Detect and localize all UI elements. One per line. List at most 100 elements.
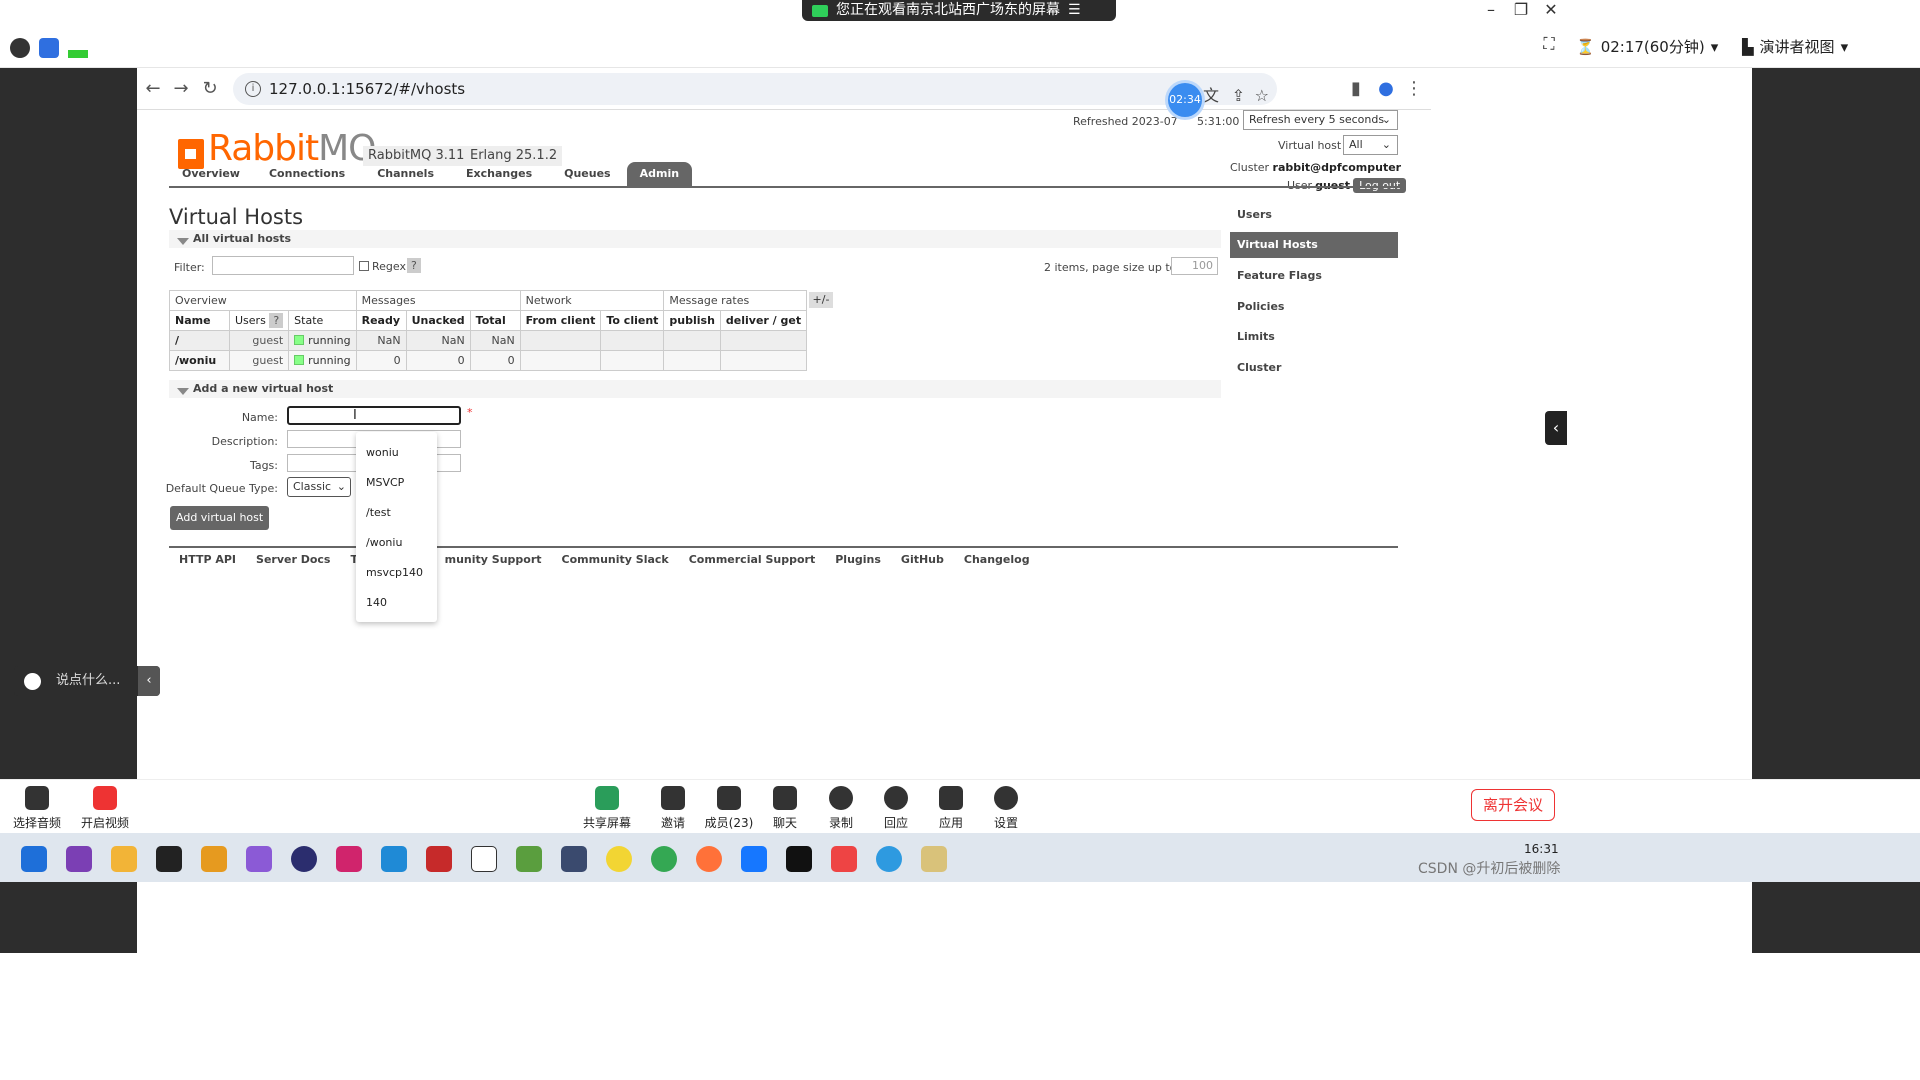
intellij-icon[interactable]	[336, 846, 362, 872]
presenter-view-button[interactable]: ▙ 演讲者视图 ▾	[1742, 36, 1848, 57]
record-button[interactable]: 录制	[811, 786, 871, 831]
chart-app-icon[interactable]	[516, 846, 542, 872]
regex-help-badge[interactable]: ?	[407, 258, 421, 273]
col-users[interactable]: Users ?	[228, 310, 290, 331]
restore-icon[interactable]: ❐	[1506, 0, 1536, 20]
back-icon[interactable]: ←	[140, 76, 166, 102]
search-tool-icon[interactable]	[201, 846, 227, 872]
side-menu-feature-flags[interactable]: Feature Flags	[1230, 263, 1398, 289]
meeting-timer[interactable]: ⏳ 02:17(60分钟) ▾	[1576, 36, 1718, 57]
meeting-app-icon[interactable]	[741, 846, 767, 872]
pen-icon[interactable]	[831, 846, 857, 872]
close-icon[interactable]: ✕	[1536, 0, 1566, 20]
footer-link-plugins[interactable]: Plugins	[835, 553, 881, 566]
info-icon[interactable]	[10, 38, 30, 58]
apps-button[interactable]: 应用	[921, 786, 981, 831]
start-icon[interactable]	[21, 846, 47, 872]
autocomplete-item[interactable]: /woniu	[366, 536, 402, 549]
cat-app-icon[interactable]	[561, 846, 587, 872]
page-size-input[interactable]: 100	[1171, 257, 1218, 275]
site-info-icon[interactable]: i	[245, 81, 261, 97]
fullscreen-icon[interactable]: ⛶	[1534, 34, 1564, 54]
col-unacked[interactable]: Unacked	[405, 310, 471, 331]
side-menu-limits[interactable]: Limits	[1230, 324, 1398, 350]
settings-button[interactable]: 设置	[976, 786, 1036, 831]
tab-exchanges[interactable]: Exchanges	[450, 162, 548, 186]
footer-link-server-docs[interactable]: Server Docs	[256, 553, 330, 566]
video-button[interactable]: 开启视频	[75, 786, 135, 831]
refresh-interval-select[interactable]: Refresh every 5 seconds ⌄	[1243, 110, 1398, 130]
col-from-client[interactable]: From client	[519, 310, 602, 331]
firefox-icon[interactable]	[696, 846, 722, 872]
footer-link-commercial-support[interactable]: Commercial Support	[689, 553, 816, 566]
footer-link-changelog[interactable]: Changelog	[964, 553, 1030, 566]
col-to-client[interactable]: To client	[600, 310, 665, 331]
filter-input[interactable]	[212, 256, 354, 275]
col-state[interactable]: State	[288, 310, 357, 331]
side-menu-policies[interactable]: Policies	[1230, 294, 1398, 320]
taskbar-clock[interactable]: 16:31	[1524, 842, 1559, 856]
side-menu-users[interactable]: Users	[1230, 202, 1398, 228]
notes-icon[interactable]	[156, 846, 182, 872]
col-deliver-get[interactable]: deliver / get	[719, 310, 808, 331]
autocomplete-item[interactable]: 140	[366, 596, 387, 609]
col-name[interactable]: Name	[169, 310, 230, 331]
autocomplete-item[interactable]: woniu	[366, 446, 399, 459]
forward-icon[interactable]: →	[168, 76, 194, 102]
regex-checkbox[interactable]	[359, 261, 369, 271]
minimize-icon[interactable]: –	[1476, 0, 1506, 20]
profile-icon[interactable]: ●	[1373, 76, 1399, 102]
col-publish[interactable]: publish	[663, 310, 721, 331]
music-icon[interactable]	[606, 846, 632, 872]
timer-bubble[interactable]: 02:34	[1168, 83, 1202, 117]
chat-input[interactable]: 说点什么... ‹	[14, 666, 160, 696]
tab-connections[interactable]: Connections	[253, 162, 361, 186]
tab-channels[interactable]: Channels	[361, 162, 450, 186]
column-toggle-button[interactable]: +/-	[809, 292, 833, 308]
all-vhosts-section-header[interactable]: All virtual hosts	[169, 230, 1221, 248]
row-name[interactable]: /	[169, 330, 230, 351]
share-screen-button[interactable]: 共享屏幕	[577, 786, 637, 831]
members-button[interactable]: 成员(23)	[699, 786, 759, 831]
terminal-icon[interactable]	[786, 846, 812, 872]
app-icon[interactable]	[921, 846, 947, 872]
visual-studio-icon[interactable]	[246, 846, 272, 872]
vscode-icon[interactable]	[381, 846, 407, 872]
emoji-icon[interactable]	[24, 673, 41, 690]
bookmark-star-icon[interactable]: ☆	[1255, 80, 1269, 112]
reaction-button[interactable]: 回应	[866, 786, 926, 831]
collapse-chevron-icon[interactable]: ‹	[138, 666, 160, 696]
footer-link-community-slack[interactable]: Community Slack	[562, 553, 669, 566]
tab-overview[interactable]: Overview	[169, 162, 253, 186]
expand-panel-icon[interactable]: ‹	[1545, 411, 1567, 445]
edge-icon[interactable]	[876, 846, 902, 872]
col-ready[interactable]: Ready	[355, 310, 407, 331]
side-menu-cluster[interactable]: Cluster	[1230, 355, 1398, 381]
sidepanel-icon[interactable]: ▮	[1343, 76, 1369, 102]
col-total[interactable]: Total	[469, 310, 521, 331]
menu-icon[interactable]: ☰	[1068, 0, 1081, 21]
more-icon[interactable]: ⋮	[1401, 76, 1427, 102]
name-input[interactable]: I	[287, 406, 461, 425]
typora-icon[interactable]	[471, 846, 497, 872]
leave-meeting-button[interactable]: 离开会议	[1471, 789, 1555, 821]
redis-icon[interactable]	[426, 846, 452, 872]
users-help-badge[interactable]: ?	[269, 313, 284, 328]
chrome-icon[interactable]	[651, 846, 677, 872]
footer-link-http-api[interactable]: HTTP API	[179, 553, 236, 566]
autocomplete-item[interactable]: msvcp140	[366, 566, 423, 579]
add-vhost-section-header[interactable]: Add a new virtual host	[169, 380, 1221, 398]
address-bar[interactable]: i 127.0.0.1:15672/#/vhosts 文 ⇪ ☆	[233, 73, 1277, 105]
autocomplete-item[interactable]: /test	[366, 506, 391, 519]
virtual-host-select[interactable]: All ⌄	[1343, 135, 1398, 155]
add-virtual-host-button[interactable]: Add virtual host	[170, 506, 270, 530]
chat-button[interactable]: 聊天	[755, 786, 815, 831]
translate-icon[interactable]: 文	[1203, 80, 1219, 112]
onenote-icon[interactable]	[66, 846, 92, 872]
table-row[interactable]: / guest running NaN NaN NaN	[169, 330, 808, 351]
folder-icon[interactable]	[111, 846, 137, 872]
signal-icon[interactable]	[68, 38, 88, 58]
audio-button[interactable]: 选择音频	[7, 786, 67, 831]
eclipse-icon[interactable]	[291, 846, 317, 872]
footer-link-github[interactable]: GitHub	[901, 553, 944, 566]
